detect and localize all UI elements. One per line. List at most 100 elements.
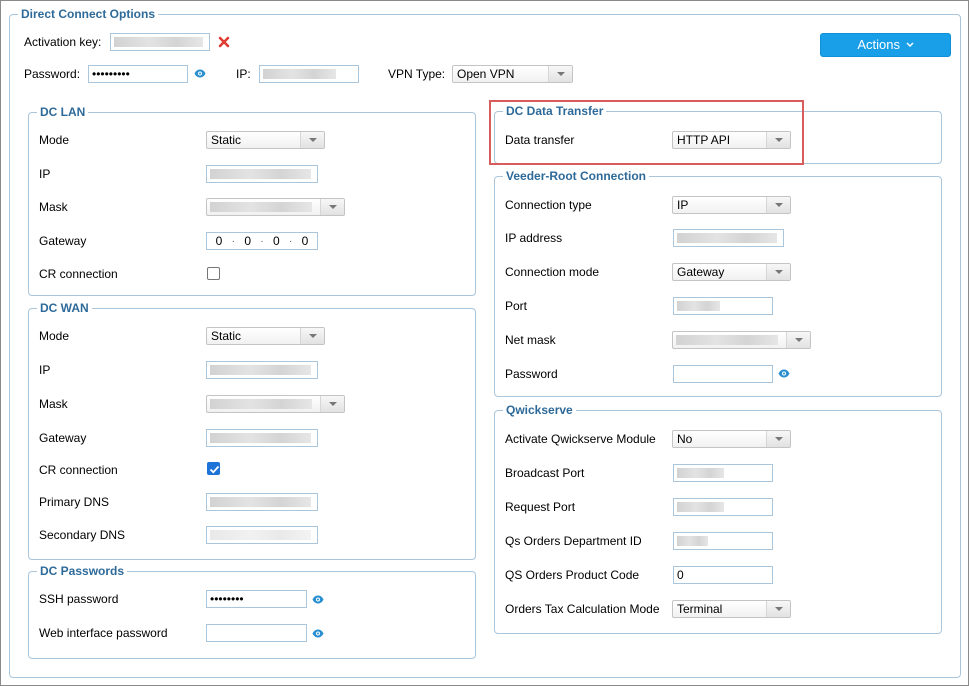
orders-tax-calculation-mode-select[interactable]: Terminal (672, 600, 791, 618)
wan-mode-value: Static (211, 329, 242, 343)
lan-ip-label: IP (39, 167, 51, 181)
qs-orders-product-code-label: QS Orders Product Code (505, 568, 640, 582)
actions-button[interactable]: Actions (820, 33, 951, 57)
data-transfer-value: HTTP API (677, 133, 731, 147)
activation-key-input[interactable] (110, 33, 210, 51)
show-password-eye-icon[interactable] (194, 69, 206, 78)
wan-gateway-label: Gateway (39, 431, 87, 445)
gateway-octet[interactable]: 0 (273, 234, 280, 248)
wan-mode-select[interactable]: Static (206, 327, 325, 345)
port-input[interactable] (673, 297, 773, 315)
orders-tax-calculation-mode-label: Orders Tax Calculation Mode (505, 602, 660, 616)
octet-separator: · (288, 235, 293, 247)
primary-dns-label: Primary DNS (39, 495, 110, 509)
lan-mask-label: Mask (39, 200, 68, 214)
gateway-octet[interactable]: 0 (302, 234, 309, 248)
port-label: Port (505, 299, 528, 313)
show-veeder-password-eye-icon[interactable] (778, 369, 790, 378)
qs-orders-product-code-input[interactable]: 0 (673, 566, 773, 584)
vpn-type-select[interactable]: Open VPN (452, 65, 573, 83)
wan-mode-label: Mode (39, 329, 70, 343)
broadcast-port-input[interactable] (673, 464, 773, 482)
ssh-password-input[interactable]: •••••••• (206, 590, 307, 608)
vpn-type-value: Open VPN (457, 67, 515, 81)
wan-mask-label: Mask (39, 397, 68, 411)
secondary-dns-label: Secondary DNS (39, 528, 126, 542)
activation-key-label: Activation key: (24, 35, 102, 49)
chevron-down-icon (766, 264, 790, 280)
lan-gateway-input[interactable]: 0 · 0 · 0 · 0 (206, 232, 318, 250)
octet-separator: · (260, 235, 264, 247)
lan-cr-connection-checkbox[interactable] (207, 267, 220, 280)
checkmark-icon (209, 465, 220, 474)
octet-separator: · (231, 235, 235, 247)
web-interface-password-input[interactable] (206, 624, 307, 642)
connection-mode-select[interactable]: Gateway (672, 263, 791, 281)
wan-cr-connection-checkbox[interactable] (207, 462, 220, 475)
show-web-password-eye-icon[interactable] (312, 629, 324, 638)
qs-orders-department-id-input[interactable] (673, 532, 773, 550)
chevron-down-icon (300, 328, 324, 344)
lan-mode-label: Mode (39, 133, 70, 147)
gateway-octet[interactable]: 0 (216, 234, 223, 248)
request-port-input[interactable] (673, 498, 773, 516)
net-mask-select[interactable] (672, 331, 811, 349)
net-mask-label: Net mask (505, 333, 556, 347)
password-input[interactable]: ••••••••• (88, 65, 188, 83)
actions-label: Actions (857, 37, 900, 52)
gateway-octet[interactable]: 0 (244, 234, 251, 248)
connection-type-select[interactable]: IP (672, 196, 791, 214)
lan-gateway-label: Gateway (39, 234, 87, 248)
direct-connect-options-title: Direct Connect Options (18, 7, 159, 21)
ip-address-input[interactable] (673, 229, 784, 247)
lan-mode-select[interactable]: Static (206, 131, 325, 149)
dc-data-transfer-title: DC Data Transfer (503, 104, 607, 118)
vpn-type-label: VPN Type: (388, 67, 446, 81)
connection-type-value: IP (677, 198, 689, 212)
dc-passwords-title: DC Passwords (37, 564, 128, 578)
dc-lan-title: DC LAN (37, 105, 89, 119)
lan-cr-connection-label: CR connection (39, 267, 118, 281)
activate-qwickserve-label: Activate Qwickserve Module (505, 432, 656, 446)
qs-orders-department-id-label: Qs Orders Department ID (505, 534, 642, 548)
veeder-password-input[interactable] (673, 365, 773, 383)
wan-cr-connection-label: CR connection (39, 463, 118, 477)
veeder-password-label: Password (505, 367, 558, 381)
lan-mode-value: Static (211, 133, 242, 147)
activate-qwickserve-value: No (677, 432, 693, 446)
ip-input[interactable] (259, 65, 359, 83)
dc-wan-title: DC WAN (37, 301, 92, 315)
chevron-down-icon (766, 601, 790, 617)
password-label: Password: (24, 67, 81, 81)
ip-label: IP: (236, 67, 251, 81)
ssh-password-label: SSH password (39, 592, 119, 606)
dc-passwords-group: DC Passwords (28, 564, 476, 659)
activate-qwickserve-select[interactable]: No (672, 430, 791, 448)
connection-mode-label: Connection mode (505, 265, 600, 279)
chevron-down-icon (320, 396, 344, 412)
web-interface-password-label: Web interface password (39, 626, 168, 640)
wan-gateway-input[interactable] (206, 429, 318, 447)
data-transfer-select[interactable]: HTTP API (672, 131, 791, 149)
secondary-dns-input[interactable] (206, 526, 318, 544)
data-transfer-label: Data transfer (505, 133, 575, 147)
chevron-down-icon (786, 332, 810, 348)
veeder-root-connection-title: Veeder-Root Connection (503, 169, 650, 183)
chevron-down-icon (906, 42, 914, 48)
chevron-down-icon (766, 197, 790, 213)
lan-ip-input[interactable] (206, 165, 318, 183)
connection-type-label: Connection type (505, 198, 592, 212)
wan-ip-label: IP (39, 363, 51, 377)
chevron-down-icon (320, 199, 344, 215)
lan-mask-select[interactable] (206, 198, 345, 216)
orders-tax-calculation-mode-value: Terminal (677, 602, 723, 616)
wan-ip-input[interactable] (206, 361, 318, 379)
primary-dns-input[interactable] (206, 493, 318, 511)
clear-activation-key-icon[interactable] (218, 36, 230, 48)
chevron-down-icon (300, 132, 324, 148)
qwickserve-title: Qwickserve (503, 403, 576, 417)
wan-mask-select[interactable] (206, 395, 345, 413)
show-ssh-password-eye-icon[interactable] (312, 595, 324, 604)
chevron-down-icon (766, 431, 790, 447)
connection-mode-value: Gateway (677, 265, 725, 279)
